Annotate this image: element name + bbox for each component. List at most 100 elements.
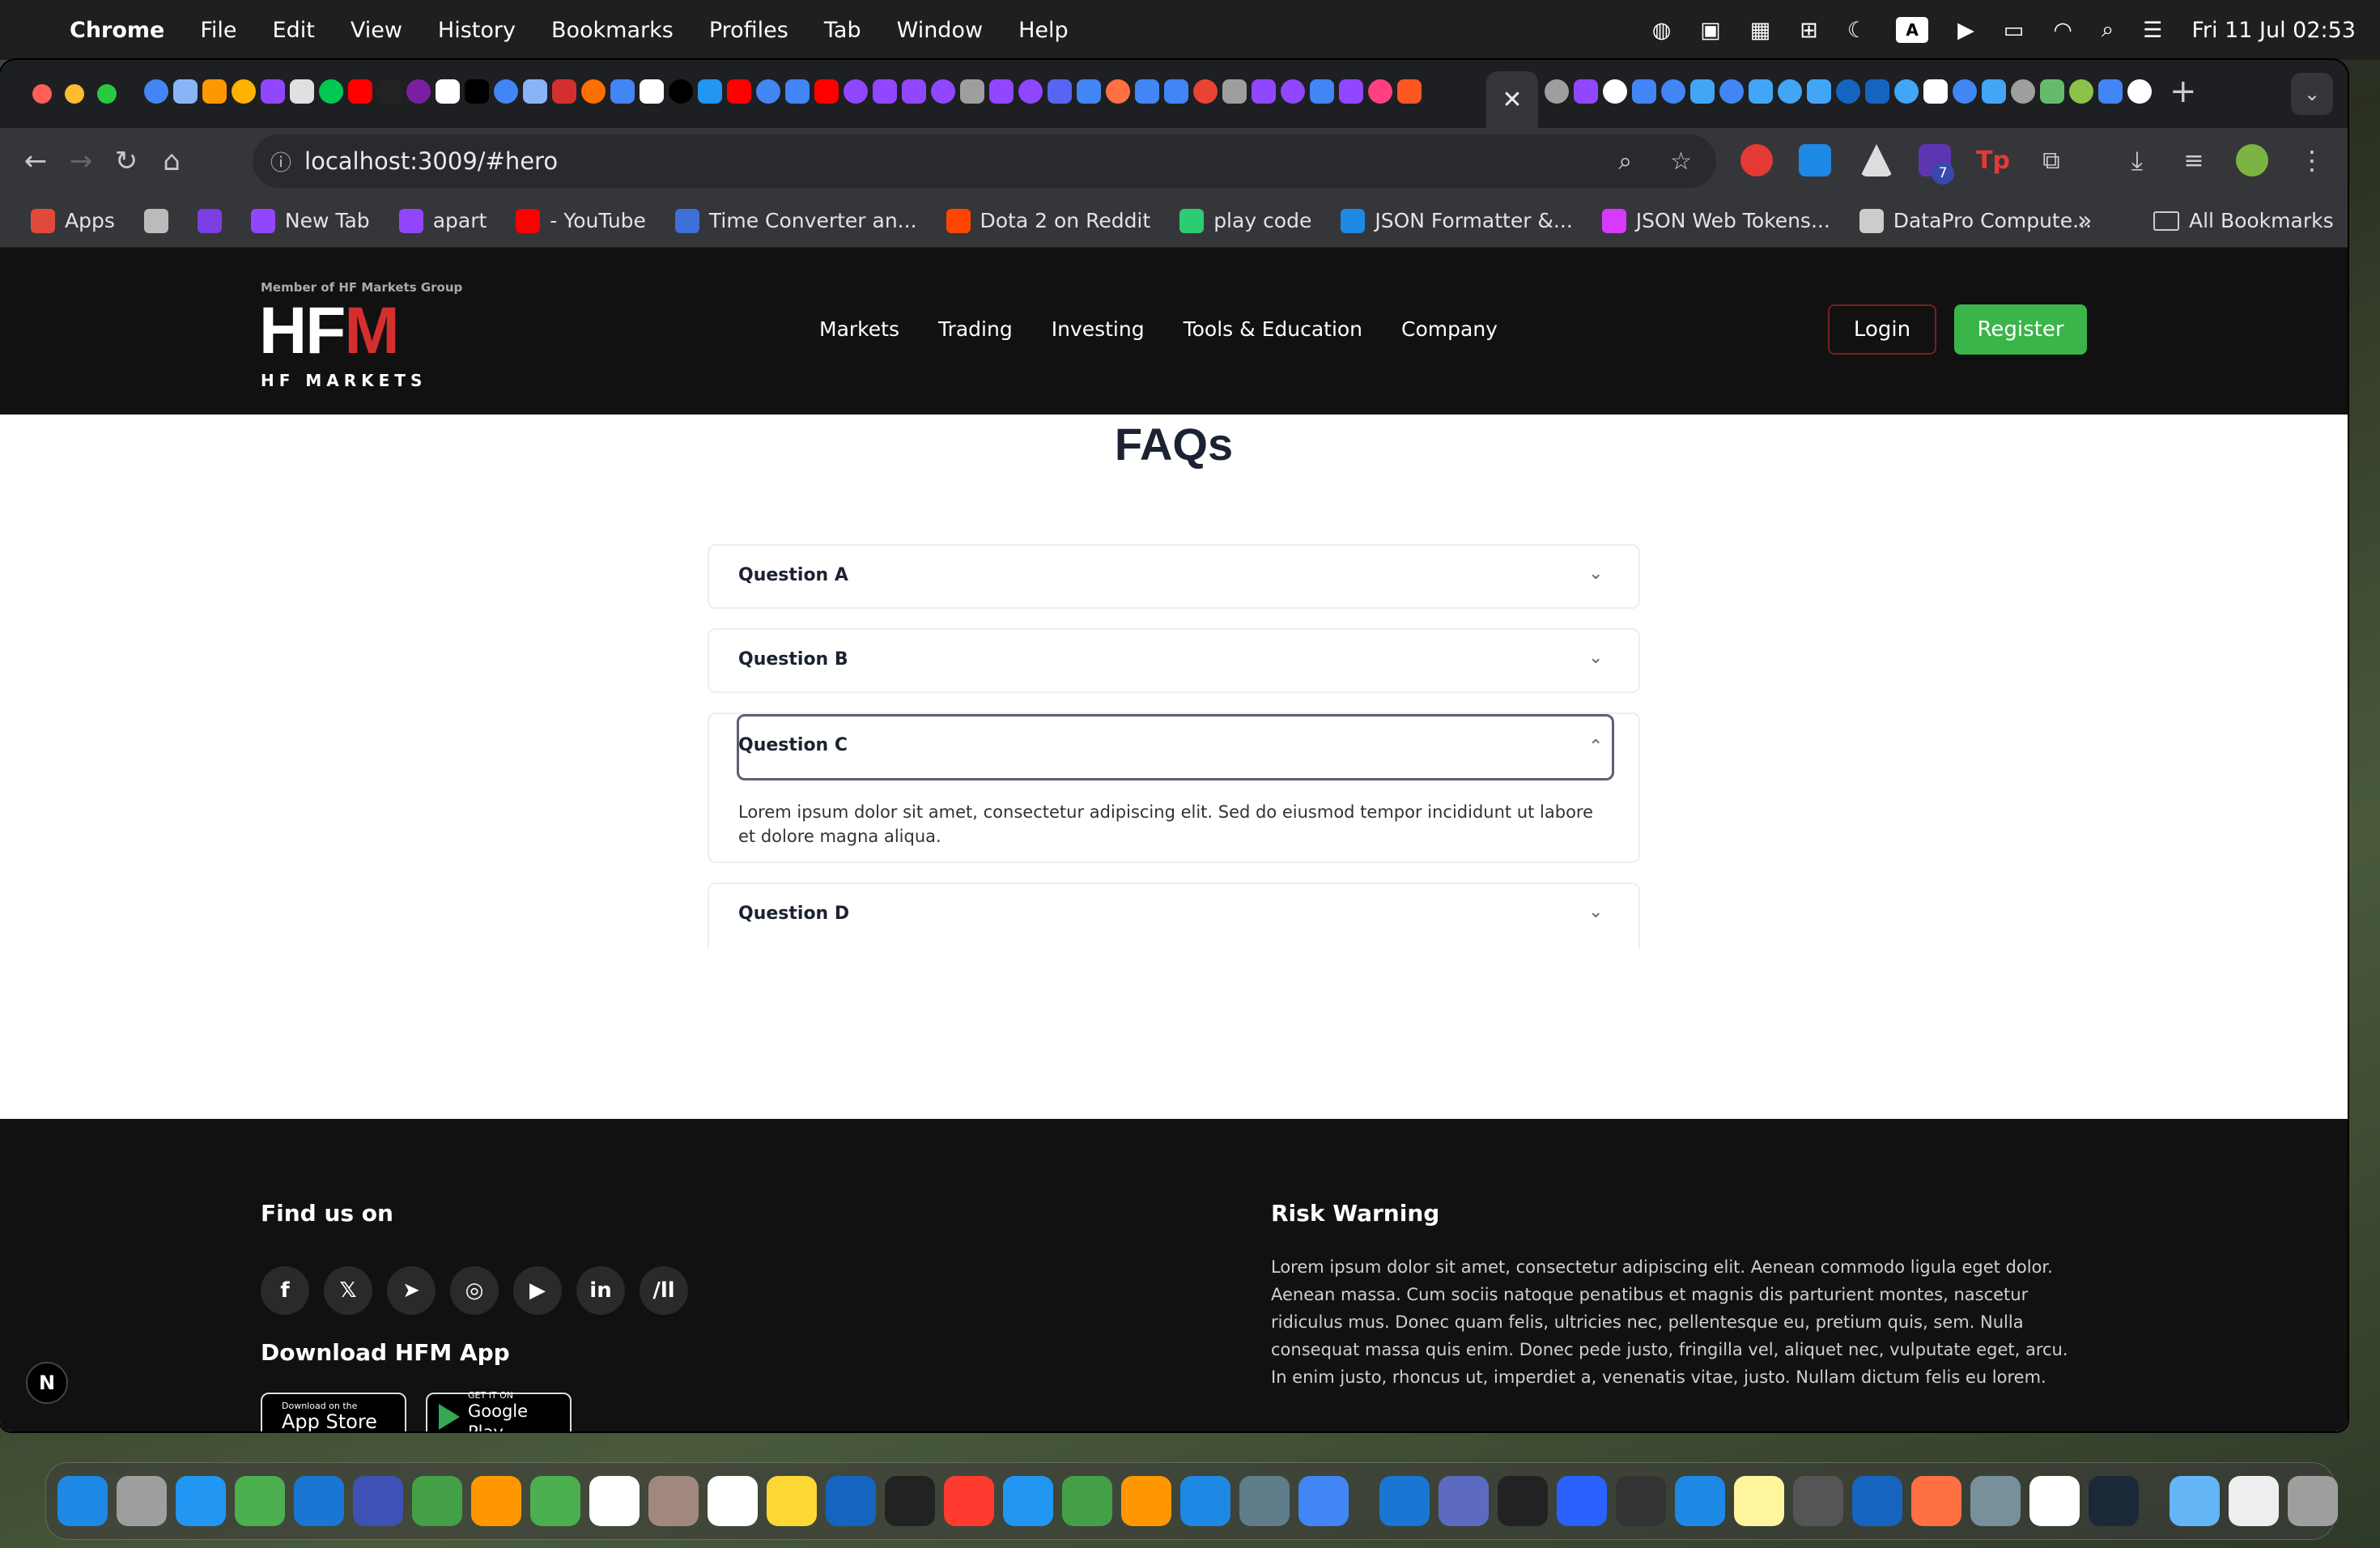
tab-favicon-icon[interactable] — [552, 79, 576, 104]
tab-favicon-icon[interactable] — [1018, 79, 1043, 104]
close-tab-icon[interactable]: ✕ — [1502, 86, 1522, 114]
reload-icon[interactable]: ↻ — [104, 138, 149, 184]
minimize-window-button[interactable] — [65, 84, 84, 104]
dock-app-icon[interactable] — [1121, 1476, 1171, 1526]
tab-favicon-icon[interactable] — [814, 79, 839, 104]
menu-window[interactable]: Window — [897, 18, 983, 43]
login-button[interactable]: Login — [1828, 304, 1936, 355]
nextjs-dev-badge[interactable]: N — [26, 1362, 68, 1404]
faq-item-c[interactable]: Question C ⌃ Lorem ipsum dolor sit amet,… — [708, 712, 1640, 863]
tab-favicon-icon[interactable] — [1077, 79, 1101, 104]
tab-favicon-icon[interactable] — [1982, 79, 2006, 104]
linkedin-icon[interactable]: in — [576, 1266, 625, 1315]
pinned-tabs[interactable] — [144, 79, 1536, 108]
tab-favicon-icon[interactable] — [1690, 79, 1715, 104]
tab-favicon-icon[interactable] — [406, 79, 431, 104]
tab-favicon-icon[interactable] — [173, 79, 198, 104]
dock-app-icon[interactable] — [1180, 1476, 1230, 1526]
nav-markets[interactable]: Markets — [819, 317, 899, 341]
dock-app-icon[interactable] — [353, 1476, 403, 1526]
tab-favicon-icon[interactable] — [1135, 79, 1159, 104]
app-store-button[interactable]: Download on the App Store — [261, 1393, 406, 1431]
tab-favicon-icon[interactable] — [1252, 79, 1276, 104]
tab-favicon-icon[interactable] — [1281, 79, 1305, 104]
downloads-icon[interactable]: ⤓ — [2121, 144, 2153, 176]
bookmark-item[interactable]: JSON Formatter &... — [1341, 208, 1573, 233]
tab-favicon-icon[interactable] — [1632, 79, 1656, 104]
nav-company[interactable]: Company — [1401, 317, 1498, 341]
tab-favicon-icon[interactable] — [1923, 79, 1948, 104]
menu-file[interactable]: File — [200, 18, 236, 43]
media-controls-icon[interactable]: ≡ — [2178, 144, 2210, 176]
tab-favicon-icon[interactable] — [1310, 79, 1334, 104]
tab-favicon-icon[interactable] — [581, 79, 606, 104]
dock-app-icon[interactable] — [176, 1476, 226, 1526]
tab-favicon-icon[interactable] — [1222, 79, 1247, 104]
all-bookmarks[interactable]: All Bookmarks — [2153, 209, 2334, 232]
close-window-button[interactable] — [32, 84, 52, 104]
dock-app-icon[interactable] — [648, 1476, 699, 1526]
dock-app-icon[interactable] — [2029, 1476, 2080, 1526]
tab-favicon-icon[interactable] — [1164, 79, 1188, 104]
faq-question[interactable]: Question A — [738, 565, 848, 585]
tp-extension-icon[interactable]: Tp — [1976, 144, 2010, 176]
bookmark-item[interactable]: - YouTube — [516, 208, 646, 233]
faq-question[interactable]: Question D — [738, 904, 849, 924]
dock-app-icon[interactable] — [589, 1476, 640, 1526]
tab-favicon-icon[interactable] — [144, 79, 168, 104]
tabs-right[interactable] — [1545, 79, 2160, 104]
globe-icon[interactable]: ◍ — [1652, 18, 1672, 43]
dock-app-icon[interactable] — [826, 1476, 876, 1526]
tab-favicon-icon[interactable] — [785, 79, 810, 104]
home-icon[interactable]: ⌂ — [149, 138, 194, 184]
tab-favicon-icon[interactable] — [2011, 79, 2035, 104]
tab-favicon-icon[interactable] — [1048, 79, 1072, 104]
youtube-icon[interactable]: ▶ — [513, 1266, 562, 1315]
zoom-window-button[interactable] — [97, 84, 117, 104]
tab-favicon-icon[interactable] — [931, 79, 955, 104]
tab-favicon-icon[interactable] — [290, 79, 314, 104]
tab-favicon-icon[interactable] — [756, 79, 780, 104]
nav-trading[interactable]: Trading — [938, 317, 1013, 341]
nav-tools-education[interactable]: Tools & Education — [1184, 317, 1362, 341]
tab-favicon-icon[interactable] — [261, 79, 285, 104]
dock-app-icon[interactable] — [1852, 1476, 1902, 1526]
dock-app-icon[interactable] — [117, 1476, 167, 1526]
windows-icon[interactable]: ⊞ — [1800, 18, 1818, 43]
tab-favicon-icon[interactable] — [1778, 79, 1802, 104]
tab-favicon-icon[interactable] — [640, 79, 664, 104]
tab-favicon-icon[interactable] — [873, 79, 897, 104]
adblock-extension-icon[interactable] — [1740, 144, 1773, 176]
dock-app-icon[interactable] — [708, 1476, 758, 1526]
tab-favicon-icon[interactable] — [902, 79, 926, 104]
chrome-menu-icon[interactable]: ⋮ — [2296, 144, 2328, 176]
bookmark-item[interactable] — [143, 208, 168, 233]
bookmark-item[interactable]: Time Converter an... — [674, 208, 917, 233]
tab-favicon-icon[interactable] — [2069, 79, 2093, 104]
tab-favicon-icon[interactable] — [348, 79, 372, 104]
bookmark-item[interactable]: Apps — [31, 208, 115, 233]
tab-search-button[interactable]: ⌄ — [2291, 73, 2333, 115]
teams-icon[interactable]: ▦ — [1750, 18, 1771, 43]
menu-history[interactable]: History — [438, 18, 516, 43]
tab-favicon-icon[interactable] — [1865, 79, 1889, 104]
google-play-button[interactable]: GET IT ONGoogle Play — [426, 1391, 572, 1431]
dock-app-icon[interactable] — [2229, 1476, 2279, 1526]
menu-tab[interactable]: Tab — [824, 18, 861, 43]
mountain-extension-icon[interactable] — [1860, 144, 1893, 176]
nav-investing[interactable]: Investing — [1052, 317, 1145, 341]
tab-favicon-icon[interactable] — [523, 79, 547, 104]
tab-favicon-icon[interactable] — [1661, 79, 1685, 104]
tab-favicon-icon[interactable] — [727, 79, 751, 104]
tab-favicon-icon[interactable] — [2127, 79, 2152, 104]
tab-favicon-icon[interactable] — [319, 79, 343, 104]
forward-icon[interactable]: → — [58, 138, 104, 184]
tab-favicon-icon[interactable] — [698, 79, 722, 104]
faq-question[interactable]: Question C — [738, 735, 848, 755]
address-bar[interactable]: ⓘ localhost:3009/#hero ⌕ ☆ — [253, 134, 1716, 188]
menu-bookmarks[interactable]: Bookmarks — [551, 18, 674, 43]
facebook-icon[interactable]: f — [261, 1266, 309, 1315]
bookmarks-overflow-icon[interactable]: » — [2077, 206, 2092, 235]
tab-favicon-icon[interactable] — [844, 79, 868, 104]
tab-favicon-icon[interactable] — [960, 79, 984, 104]
